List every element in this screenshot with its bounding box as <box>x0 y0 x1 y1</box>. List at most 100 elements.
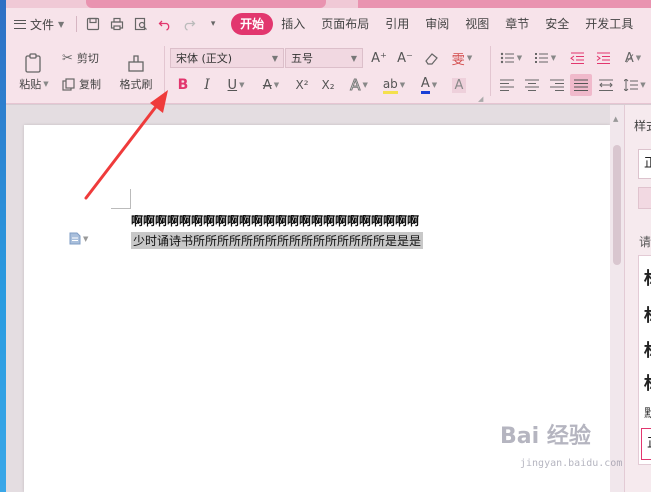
chevron-down-icon: ▼ <box>640 81 646 89</box>
redo-icon[interactable] <box>177 12 201 36</box>
style-heading-3[interactable]: 标 <box>644 336 651 361</box>
paragraph-layout-icon[interactable]: ▼ <box>69 232 88 245</box>
paste-label: 粘贴 <box>19 78 42 91</box>
tab-section[interactable]: 章节 <box>497 13 537 35</box>
line-spacing-button[interactable]: ▼ <box>620 74 650 96</box>
scrollbar-thumb[interactable] <box>613 145 621 265</box>
font-dialog-launcher-icon[interactable]: ◢ <box>478 95 483 103</box>
document-paragraph-1[interactable]: 啊啊啊啊啊啊啊啊啊啊啊啊啊啊啊啊啊啊啊啊啊啊啊啊 <box>131 212 419 229</box>
margin-marker <box>111 189 131 209</box>
tab-page-layout[interactable]: 页面布局 <box>313 13 377 35</box>
bold-button[interactable]: B <box>172 74 194 96</box>
current-style-box[interactable]: 正 <box>638 149 651 179</box>
superscript-icon: X² <box>295 78 309 92</box>
save-icon[interactable] <box>81 12 105 36</box>
tab-developer[interactable]: 开发工具 <box>577 13 641 35</box>
underline-icon: U <box>227 77 238 93</box>
tab-security[interactable]: 安全 <box>537 13 577 35</box>
font-name-select[interactable]: 宋体 (正文) ▼ <box>170 48 284 68</box>
increase-indent-icon <box>596 52 610 64</box>
style-default[interactable]: 默 <box>644 404 651 421</box>
font-color-button[interactable]: A ▼ <box>414 74 444 96</box>
chevron-down-icon: ▼ <box>58 19 65 29</box>
distributed-align-icon <box>599 79 613 91</box>
paste-button[interactable]: 粘贴 ▼ <box>14 46 54 96</box>
align-center-button[interactable] <box>521 74 543 96</box>
shrink-font-button[interactable]: A⁻ <box>394 47 416 69</box>
style-heading-1[interactable]: 标 <box>644 264 651 289</box>
copy-button[interactable]: 复制 <box>62 74 101 94</box>
distributed-align-button[interactable] <box>595 74 617 96</box>
quick-access-dropdown-icon[interactable]: ▾ <box>201 12 225 36</box>
strikethrough-button[interactable]: A ▼ <box>256 74 286 96</box>
shrink-font-icon: A⁻ <box>397 50 413 66</box>
styles-list: 标 标 标 标 默 正 <box>638 255 651 465</box>
cut-label: 剪切 <box>76 52 99 65</box>
paste-icon <box>21 50 47 76</box>
document-paragraph-2-selected[interactable]: 少时诵诗书所所所所所所所所所所所所所所所所是是是 <box>131 232 424 249</box>
new-style-button[interactable] <box>638 187 651 209</box>
ribbon-home: 粘贴 ▼ ✂ 剪切 复制 格式刷 宋体 (正文) ▼ 五号 ▼ A⁺ A⁻ 雯 ▼ … <box>6 40 651 104</box>
cut-button[interactable]: ✂ 剪切 <box>62 48 99 68</box>
menu-bar: 文件 ▼ ▾ 开始 插入 页面布局 引用 审阅 视图 章节 安全 开发工具 <box>6 8 651 40</box>
italic-icon: I <box>204 77 210 93</box>
style-heading-2[interactable]: 标 <box>644 301 651 326</box>
align-right-button[interactable] <box>546 74 568 96</box>
font-color-icon: A <box>420 76 430 94</box>
numbered-list-button[interactable]: ▼ <box>530 47 560 69</box>
decrease-indent-button[interactable] <box>566 47 588 69</box>
character-shading-button[interactable]: A <box>448 74 470 96</box>
highlight-button[interactable]: ab ▼ <box>378 74 410 96</box>
bullet-list-button[interactable]: ▼ <box>496 47 526 69</box>
chevron-down-icon: ▼ <box>350 53 357 63</box>
chevron-down-icon: ▼ <box>362 81 368 89</box>
chevron-down-icon: ▼ <box>516 54 523 62</box>
font-size-value: 五号 <box>291 52 313 65</box>
format-painter-label: 格式刷 <box>119 78 153 91</box>
subscript-button[interactable]: X₂ <box>316 74 340 96</box>
tab-review[interactable]: 审阅 <box>417 13 457 35</box>
print-icon[interactable] <box>105 12 129 36</box>
chevron-down-icon: ▼ <box>43 80 49 88</box>
style-normal[interactable]: 正 <box>641 428 651 460</box>
align-left-button[interactable] <box>496 74 518 96</box>
chevron-down-icon: ▼ <box>271 53 278 63</box>
text-direction-button[interactable]: A̷ ▼ <box>618 47 648 69</box>
strikethrough-icon: A <box>262 77 272 93</box>
scroll-up-icon[interactable]: ▲ <box>613 115 618 123</box>
increase-indent-button[interactable] <box>592 47 614 69</box>
tab-home[interactable]: 开始 <box>231 13 274 35</box>
hamburger-icon <box>14 19 26 29</box>
superscript-button[interactable]: X² <box>290 74 314 96</box>
styles-hint-text: 请 <box>639 235 651 249</box>
text-effects-button[interactable]: A ▼ <box>344 74 374 96</box>
align-center-icon <box>525 79 539 91</box>
grow-font-button[interactable]: A⁺ <box>368 47 390 69</box>
tab-insert[interactable]: 插入 <box>273 13 313 35</box>
underline-button[interactable]: U ▼ <box>221 74 251 96</box>
chevron-down-icon: ▼ <box>635 54 642 62</box>
file-menu-label: 文件 <box>30 17 55 32</box>
clear-format-button[interactable] <box>420 47 442 69</box>
italic-button[interactable]: I <box>196 74 218 96</box>
baidu-watermark-url: jingyan.baidu.com <box>520 458 623 469</box>
file-menu-button[interactable]: 文件 ▼ <box>6 12 72 36</box>
decrease-indent-icon <box>569 52 584 64</box>
tab-references[interactable]: 引用 <box>377 13 417 35</box>
tab-view[interactable]: 视图 <box>457 13 497 35</box>
justify-button[interactable] <box>570 74 592 96</box>
line-spacing-icon <box>624 79 639 91</box>
copy-icon <box>62 77 75 91</box>
vertical-scrollbar[interactable]: ▲ <box>610 105 624 492</box>
character-shading-icon: A <box>451 77 467 93</box>
undo-icon[interactable] <box>153 12 177 36</box>
print-preview-icon[interactable] <box>129 12 153 36</box>
bold-icon: B <box>177 77 189 93</box>
format-painter-button[interactable]: 格式刷 <box>114 46 158 96</box>
style-heading-4[interactable]: 标 <box>644 369 651 394</box>
align-left-icon <box>500 79 514 91</box>
phonetic-guide-button[interactable]: 雯 ▼ <box>448 47 476 69</box>
chevron-down-icon: ▼ <box>466 54 473 62</box>
numbered-list-icon <box>534 53 548 63</box>
font-size-select[interactable]: 五号 ▼ <box>285 48 363 68</box>
